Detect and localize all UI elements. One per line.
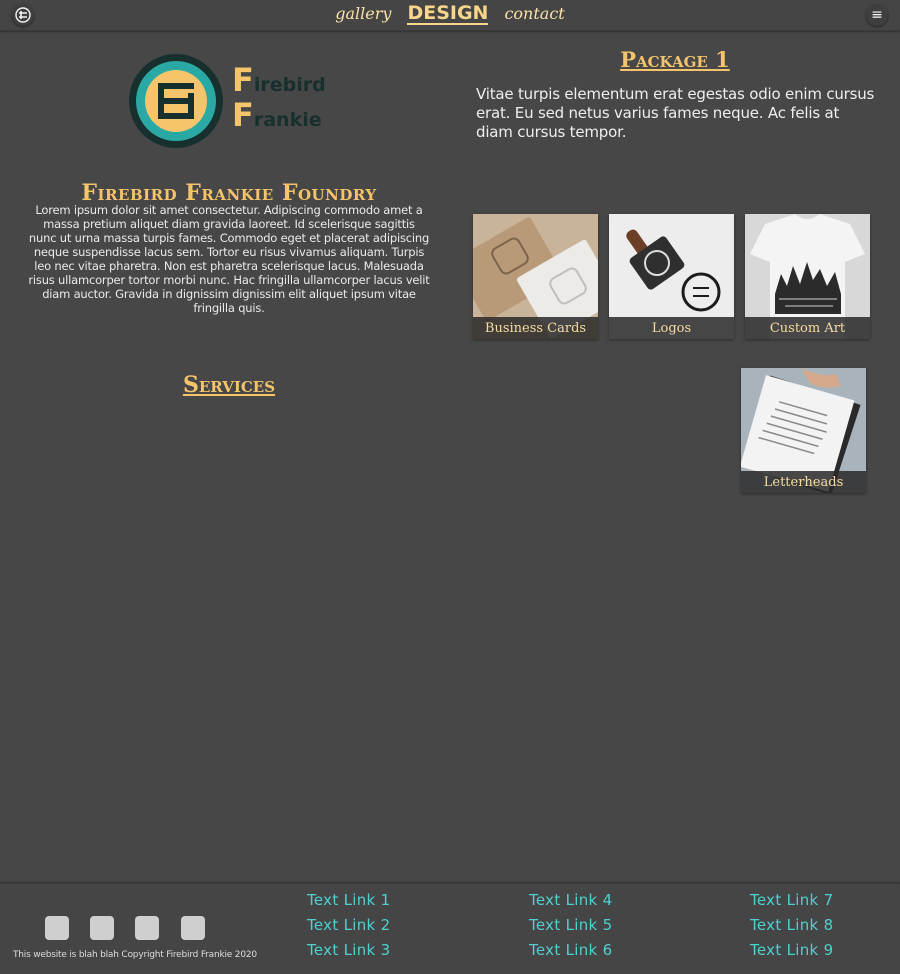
copyright-text: This website is blah blah Copyright Fire… <box>13 950 257 960</box>
footer-link-1[interactable]: Text Link 1 <box>307 891 390 909</box>
card-caption: Business Cards <box>473 317 598 339</box>
service-card-letterheads[interactable]: Letterheads <box>741 368 866 493</box>
footer-link-4[interactable]: Text Link 4 <box>529 891 612 909</box>
logo-initial-f1: F <box>232 61 254 99</box>
nav-link-contact[interactable]: contact <box>504 4 564 23</box>
social-icon-4[interactable] <box>181 916 205 940</box>
logo-wordmark: Firebird Frankie <box>232 64 326 135</box>
brand-logo: Firebird Frankie <box>128 53 338 149</box>
services-title: Services <box>182 372 276 398</box>
service-card-custom-art[interactable]: Custom Art <box>745 214 870 339</box>
nav-link-design[interactable]: DESIGN <box>407 3 489 25</box>
card-caption: Custom Art <box>745 317 870 339</box>
menu-button[interactable]: ≡ <box>866 4 888 26</box>
footer-link-3[interactable]: Text Link 3 <box>307 941 390 959</box>
footer-link-9[interactable]: Text Link 9 <box>750 941 833 959</box>
service-card-business-cards[interactable]: Business Cards <box>473 214 598 339</box>
footer-link-6[interactable]: Text Link 6 <box>529 941 612 959</box>
social-icon-3[interactable] <box>135 916 159 940</box>
social-icon-2[interactable] <box>90 916 114 940</box>
footer-link-2[interactable]: Text Link 2 <box>307 916 390 934</box>
footer-link-5[interactable]: Text Link 5 <box>529 916 612 934</box>
site-footer: This website is blah blah Copyright Fire… <box>0 883 900 974</box>
nav-link-gallery[interactable]: gallery <box>335 4 391 23</box>
firebird-frankie-emblem-icon <box>129 54 223 148</box>
service-card-logos[interactable]: Logos <box>609 214 734 339</box>
logo-line-frankie: rankie <box>253 109 322 131</box>
logo-initial-f2: F <box>232 96 254 134</box>
footer-link-8[interactable]: Text Link 8 <box>750 916 833 934</box>
social-icon-1[interactable] <box>45 916 69 940</box>
top-navbar: gallery DESIGN contact ≡ <box>0 0 900 31</box>
package-title: Package 1 <box>620 47 730 72</box>
footer-link-7[interactable]: Text Link 7 <box>750 891 833 909</box>
hamburger-icon: ≡ <box>871 7 883 23</box>
foundry-description: Lorem ipsum dolor sit amet consectetur. … <box>28 203 430 315</box>
card-caption: Logos <box>609 317 734 339</box>
package-description: Vitae turpis elementum erat egestas odio… <box>476 85 875 141</box>
card-caption: Letterheads <box>741 471 866 493</box>
logo-line-firebird: irebird <box>253 74 326 96</box>
main-nav: gallery DESIGN contact <box>0 3 900 25</box>
